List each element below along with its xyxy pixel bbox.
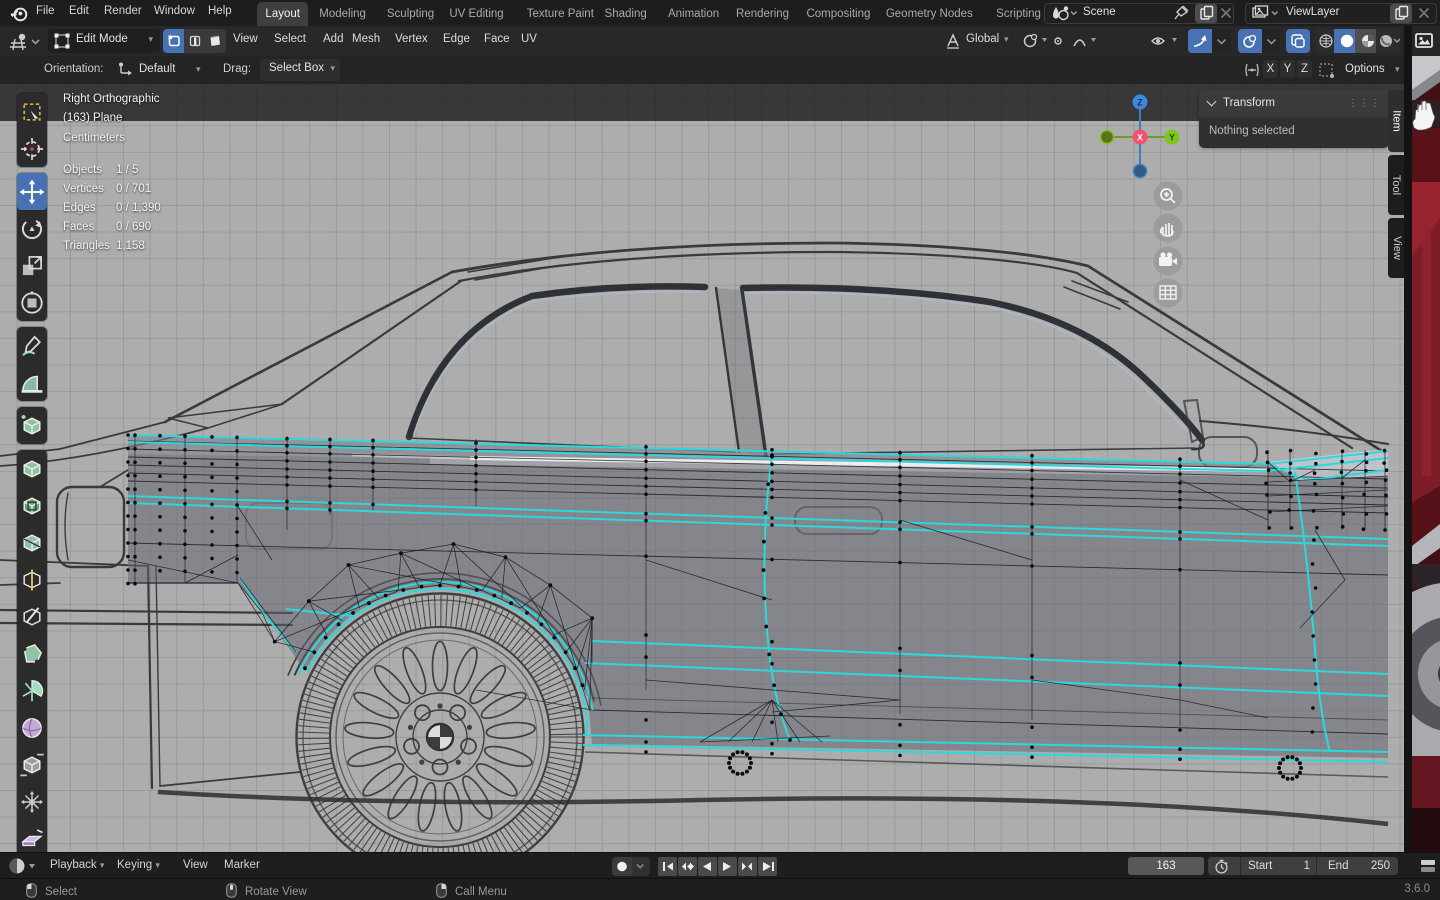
- svg-text:Y: Y: [1169, 133, 1175, 143]
- svg-text:Z: Z: [1137, 98, 1143, 108]
- svg-text:X: X: [1137, 133, 1143, 143]
